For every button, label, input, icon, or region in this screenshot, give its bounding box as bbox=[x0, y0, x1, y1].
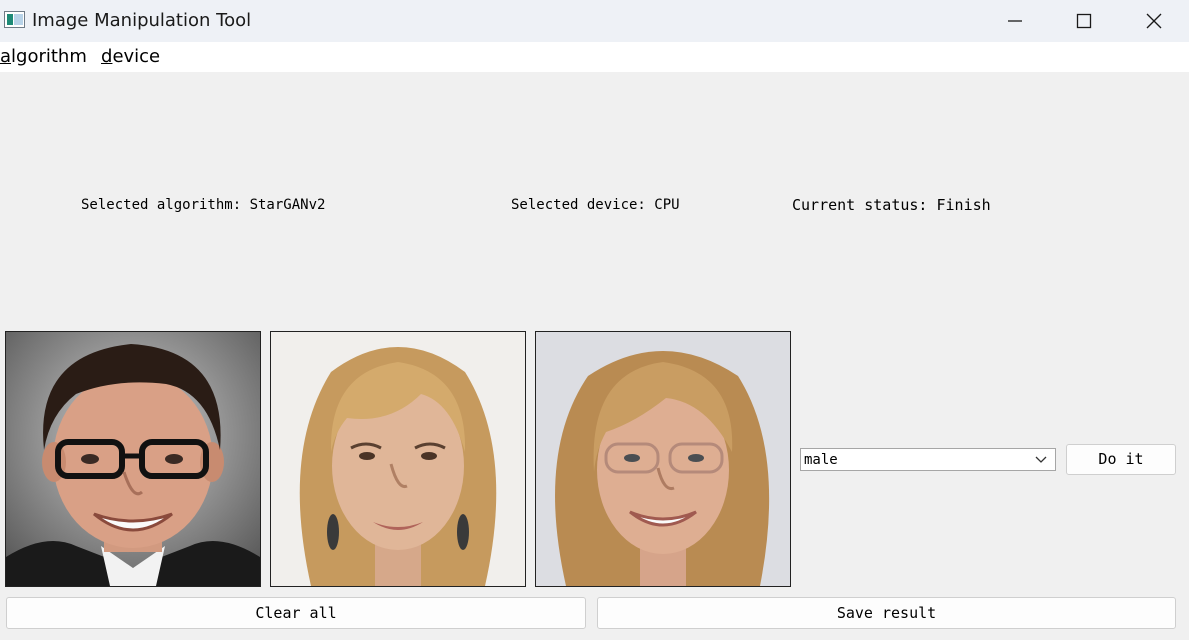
chevron-down-icon bbox=[1035, 456, 1047, 463]
maximize-button[interactable] bbox=[1049, 0, 1119, 42]
maximize-icon bbox=[1076, 13, 1092, 29]
current-status-label: Current status: Finish bbox=[792, 196, 991, 214]
menu-device-mnemonic: d bbox=[101, 46, 113, 67]
portrait-photo-icon bbox=[536, 332, 790, 586]
window-title: Image Manipulation Tool bbox=[32, 10, 252, 31]
app-window-icon bbox=[4, 11, 25, 28]
attribute-select-value: male bbox=[804, 452, 838, 468]
menu-algorithm-mnemonic: a bbox=[0, 46, 12, 67]
clear-all-button[interactable]: Clear all bbox=[6, 597, 586, 629]
result-image[interactable] bbox=[535, 331, 791, 587]
close-button[interactable] bbox=[1119, 0, 1189, 42]
do-it-button[interactable]: Do it bbox=[1066, 444, 1176, 475]
title-bar: Image Manipulation Tool bbox=[0, 0, 1189, 42]
menu-algorithm[interactable]: algorithm bbox=[0, 46, 87, 67]
source-image[interactable] bbox=[5, 331, 261, 587]
attribute-select[interactable]: male bbox=[800, 448, 1056, 471]
portrait-photo-icon bbox=[271, 332, 525, 586]
reference-image[interactable] bbox=[270, 331, 526, 587]
menu-device-label: evice bbox=[112, 46, 161, 67]
menu-bar: algorithm device bbox=[0, 42, 1189, 72]
menu-algorithm-label: lgorithm bbox=[11, 46, 87, 67]
minimize-button[interactable] bbox=[980, 0, 1050, 42]
close-icon bbox=[1146, 13, 1162, 29]
portrait-photo-icon bbox=[6, 332, 260, 586]
selected-algorithm-label: Selected algorithm: StarGANv2 bbox=[81, 197, 326, 213]
minimize-icon bbox=[1008, 20, 1022, 22]
save-result-button[interactable]: Save result bbox=[597, 597, 1176, 629]
menu-device[interactable]: device bbox=[101, 46, 160, 67]
selected-device-label: Selected device: CPU bbox=[511, 197, 680, 213]
